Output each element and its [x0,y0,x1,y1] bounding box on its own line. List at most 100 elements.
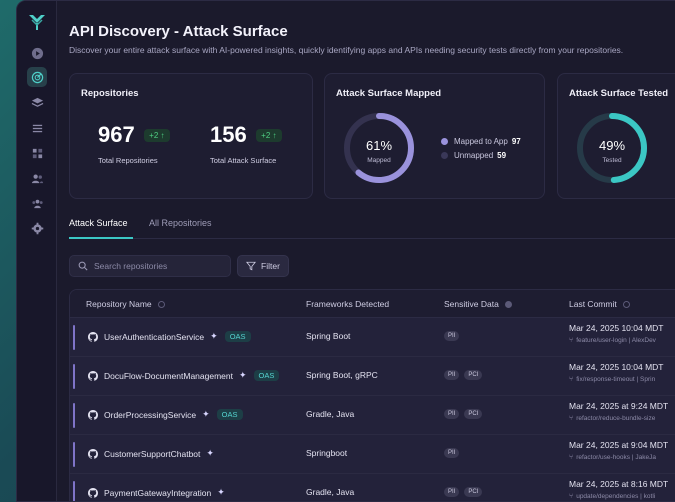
attack-surface-tested-card: Attack Surface Tested 49% Tested [557,73,675,199]
branch-icon: ⑂ [569,454,574,461]
github-icon [88,331,98,342]
card-title: Attack Surface Tested [569,88,669,99]
branch-label: refactor/use-hooks | JakeJa [576,454,656,461]
branch-icon: ⑂ [569,376,574,383]
info-icon [504,300,512,308]
ai-sparkle-icon: ✦ [210,331,218,341]
sensitive-data-tag: PCI [464,409,483,419]
github-icon [88,448,98,459]
frameworks-cell: Gradle, Java [306,409,355,419]
repository-name-cell: CustomerSupportChatbot ✦ [88,448,214,459]
last-commit-cell: Mar 24, 2025 10:04 MDT ⑂ fix/response-ti… [569,362,664,383]
sidebar-item-attack-surface[interactable] [27,67,47,87]
sidebar-item-team[interactable] [27,193,47,213]
branch-label: update/dependencies | kotli [576,493,656,500]
donut-caption: Mapped [367,157,391,164]
legend-item-mapped: Mapped to App 97 [441,134,521,148]
ai-sparkle-icon: ✦ [202,409,210,419]
users-icon [31,174,43,183]
last-commit-cell: Mar 24, 2025 at 9:24 MDT ⑂ refactor/redu… [569,401,668,422]
commit-branch: ⑂ feature/user-login | AlexDev [569,337,664,344]
table-row[interactable]: CustomerSupportChatbot ✦ Springboot PII … [70,435,675,474]
column-label: Sensitive Data [444,299,499,309]
commit-branch: ⑂ update/dependencies | kotli [569,493,668,500]
column-header-frameworks[interactable]: Frameworks Detected [306,299,389,309]
sidebar-item-grid[interactable] [27,143,47,163]
search-input[interactable] [94,261,224,271]
commit-date: Mar 24, 2025 at 9:04 MDT [569,440,669,450]
repository-name-cell: PaymentGatewayIntegration ✦ [88,487,225,498]
filter-button[interactable]: Filter [237,255,289,277]
frameworks-cell: Gradle, Java [306,487,355,497]
column-header-sensitive-data[interactable]: Sensitive Data [444,299,512,309]
sensitive-data-cell: PII PCI [444,370,487,380]
sidebar-item-play[interactable] [27,43,47,63]
oas-badge: OAS [224,331,251,342]
sensitive-data-cell: PII [444,448,464,458]
column-label: Frameworks Detected [306,299,390,309]
column-label: Repository Name [86,299,152,309]
table-row[interactable]: DocuFlow-DocumentManagement ✦ OAS Spring… [70,357,675,396]
sensitive-data-tag: PII [444,331,460,341]
page-title: API Discovery - Attack Surface [69,23,288,40]
sidebar-item-list[interactable] [27,118,47,138]
donut-percent: 61% [366,138,392,153]
app-window: API Discovery - Attack Surface Discover … [16,0,675,502]
attack-surface-mapped-card: Attack Surface Mapped 61% Mapped Mapped … [324,73,545,199]
sidebar [17,1,57,501]
commit-branch: ⑂ refactor/use-hooks | JakeJa [569,454,668,461]
sidebar-item-layers[interactable] [27,92,47,112]
delta-badge: +2 ↑ [256,128,282,142]
tab-attack-surface[interactable]: Attack Surface [69,218,128,228]
ai-sparkle-icon: ✦ [206,448,214,458]
commit-branch: ⑂ fix/response-timeout | Sprin [569,376,664,383]
list-icon [32,124,42,132]
repository-name[interactable]: OrderProcessingService [104,410,196,420]
repository-name-cell: OrderProcessingService ✦ OAS [88,409,243,420]
sensitive-data-cell: PII PCI [444,487,487,497]
card-title: Repositories [81,88,139,99]
logo-icon [29,15,45,30]
donut-percent: 49% [599,138,625,153]
branch-icon: ⑂ [569,337,574,344]
total-repositories-stat: 967 +2 ↑ Total Repositories [98,122,170,165]
play-icon [31,47,43,59]
table-header: Repository Name Frameworks Detected Sens… [70,290,675,318]
column-header-repository-name[interactable]: Repository Name [86,299,165,309]
search-box [69,255,231,277]
legend-item-unmapped: Unmapped 59 [441,148,521,162]
sidebar-item-users[interactable] [27,168,47,188]
legend-dot [441,151,448,159]
commit-date: Mar 24, 2025 10:04 MDT [569,323,664,333]
sidebar-item-settings[interactable] [27,218,47,238]
table-row[interactable]: PaymentGatewayIntegration ✦ Gradle, Java… [70,474,675,501]
github-icon [88,370,98,381]
repository-name[interactable]: UserAuthenticationService [104,332,204,342]
column-label: Last Commit [569,299,617,309]
commit-date: Mar 24, 2025 10:04 MDT [569,362,664,372]
sensitive-data-tag: PII [444,448,460,458]
search-icon [78,261,88,271]
oas-badge: OAS [216,409,243,420]
table-row[interactable]: OrderProcessingService ✦ OAS Gradle, Jav… [70,396,675,435]
repository-name[interactable]: DocuFlow-DocumentManagement [104,371,233,381]
repository-name[interactable]: PaymentGatewayIntegration [104,488,211,498]
page-subtitle: Discover your entire attack surface with… [69,45,624,55]
mapped-legend: Mapped to App 97 Unmapped 59 [441,134,521,162]
repository-name-cell: UserAuthenticationService ✦ OAS [88,331,251,342]
legend-value: 97 [511,136,521,146]
sensitive-data-cell: PII PCI [444,409,487,419]
row-accent-bar [73,403,75,428]
mapped-donut-chart: 61% Mapped [344,113,414,183]
sensitive-data-cell: PII [444,331,464,341]
gear-icon [31,222,43,234]
repository-name[interactable]: CustomerSupportChatbot [104,449,200,459]
main-content: API Discovery - Attack Surface Discover … [69,1,675,501]
legend-dot [441,137,448,145]
frameworks-cell: Springboot [306,448,348,458]
github-icon [88,409,98,420]
table-row[interactable]: UserAuthenticationService ✦ OAS Spring B… [70,318,675,357]
column-header-last-commit[interactable]: Last Commit [569,299,630,309]
sensitive-data-tag: PCI [464,370,483,380]
tab-all-repositories[interactable]: All Repositories [149,218,212,228]
